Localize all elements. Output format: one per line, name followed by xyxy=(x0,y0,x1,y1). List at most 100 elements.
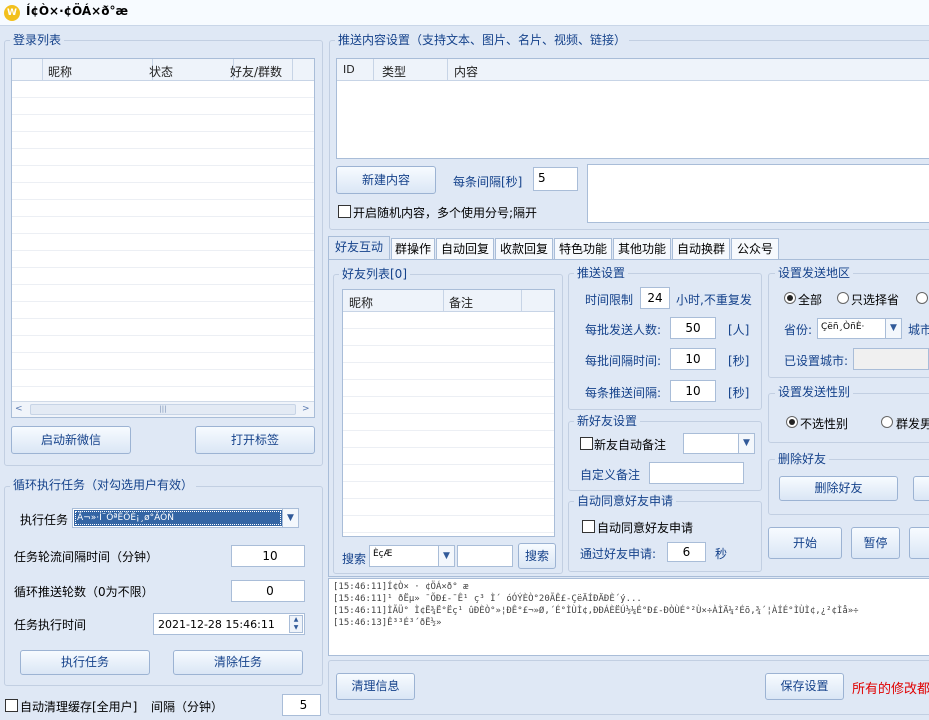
log-line: [15:46:11]¹ ðËµ» ¯ÕÐ£-¯Ê¹ ç³ Ì´ óÓÝÈÒ°20… xyxy=(333,594,642,604)
exec-time-value: 2021-12-28 15:46:11 xyxy=(158,618,275,631)
tab-auto-reply[interactable]: 自动回复 xyxy=(436,238,494,259)
extra-button[interactable] xyxy=(913,476,929,501)
title-bar: W Í¢Ò×·¢ÖÁ×ð°æ xyxy=(0,0,929,26)
friend-list-title: 好友列表[0] xyxy=(339,267,410,281)
push-content-table[interactable]: ID 类型 内容 xyxy=(336,58,929,159)
item-interval-label: 每条间隔[秒] xyxy=(453,175,523,189)
login-list-table[interactable]: 昵称 状态 好友/群数 < ||| > xyxy=(11,58,315,418)
gender-none-label: 不选性别 xyxy=(800,417,849,431)
batch-interval-label: 每批间隔时间: xyxy=(585,354,662,368)
auto-accept-checkbox[interactable] xyxy=(582,520,595,533)
log-line: [15:46:11]ÌÃÜ° Ì¢Ë¾Ë°Ëç¹ ûÐÈÒ°»¦ÐÊ°£¬»Ø,… xyxy=(333,606,859,616)
tab-auto-switch-group[interactable]: 自动换群 xyxy=(672,238,730,259)
window-title: Í¢Ò×·¢ÖÁ×ð°æ xyxy=(26,4,129,18)
tab-official-account[interactable]: 公众号 xyxy=(731,238,779,259)
accept-count-label: 通过好友申请: xyxy=(580,547,657,561)
tab-special-features[interactable]: 特色功能 xyxy=(554,238,612,259)
random-content-checkbox[interactable] xyxy=(338,205,351,218)
rounds-label: 循环推送轮数（0为不限） xyxy=(14,585,154,599)
horizontal-scrollbar[interactable]: < ||| > xyxy=(12,401,314,417)
start-new-wechat-button[interactable]: 启动新微信 xyxy=(11,426,131,454)
gender-group-label: 群发男 xyxy=(896,417,929,431)
batch-size-unit: [人] xyxy=(728,323,750,337)
log-line: [15:46:11]Í¢Ò× · ¢ÖÁ×ð° æ xyxy=(333,582,469,592)
tab-friend-interaction[interactable]: 好友互动 xyxy=(328,236,390,259)
region-city-radio[interactable] xyxy=(916,292,928,304)
auto-clean-interval-label: 间隔（分钟） xyxy=(151,700,224,714)
accept-count-input[interactable]: 6 xyxy=(667,542,706,562)
tab-other-features[interactable]: 其他功能 xyxy=(613,238,671,259)
new-content-button[interactable]: 新建内容 xyxy=(336,166,436,194)
exec-time-label: 任务执行时间 xyxy=(14,618,87,632)
exec-time-picker[interactable]: 2021-12-28 15:46:11 ▲ ▼ xyxy=(153,613,305,635)
interval-label: 任务轮流间隔时间（分钟） xyxy=(14,550,159,564)
auto-clean-checkbox[interactable] xyxy=(5,699,18,712)
friend-list-table[interactable]: 昵称 备注 xyxy=(342,289,555,537)
start-button[interactable]: 开始 xyxy=(768,527,842,559)
auto-remark-checkbox[interactable] xyxy=(580,437,593,450)
chevron-down-icon[interactable]: ▼ xyxy=(885,319,901,338)
chevron-down-icon[interactable]: ▼ xyxy=(438,546,454,566)
gender-group-radio[interactable] xyxy=(881,416,893,428)
exec-task-button[interactable]: 执行任务 xyxy=(20,650,150,675)
task-select[interactable]: Ã¬»·Í¨ÖªÊÕÈ¡¸ø°ÃÓÑ ▼ xyxy=(72,508,299,528)
gender-title: 设置发送性别 xyxy=(775,385,854,399)
auto-clean-interval-input[interactable]: 5 xyxy=(282,694,321,716)
time-limit-input[interactable]: 24 xyxy=(640,287,670,309)
spin-icon[interactable]: ▲ ▼ xyxy=(289,615,303,633)
item-interval-input[interactable]: 5 xyxy=(533,167,578,191)
province-select-value: Çëñ¸ÒñÈ· xyxy=(821,322,865,332)
time-limit-label: 时间限制 xyxy=(585,293,634,307)
interval-input[interactable]: 10 xyxy=(231,545,305,567)
push-content-title: 推送内容设置（支持文本、图片、名片、视频、链接） xyxy=(335,33,630,47)
pause-button[interactable]: 暂停 xyxy=(851,527,900,559)
friend-search-combo[interactable]: ÈçÆ ▼ xyxy=(369,545,455,567)
auto-accept-title: 自动同意好友申请 xyxy=(574,494,677,508)
batch-interval-input[interactable]: 10 xyxy=(670,348,716,370)
scroll-left-icon[interactable]: < xyxy=(15,404,23,414)
region-all-label: 全部 xyxy=(798,293,823,307)
set-city-input[interactable] xyxy=(853,348,929,370)
item-push-interval-unit: [秒] xyxy=(728,386,750,400)
open-tag-button[interactable]: 打开标签 xyxy=(195,426,315,454)
continue-button[interactable] xyxy=(909,527,929,559)
custom-remark-label: 自定义备注 xyxy=(580,468,641,482)
save-settings-button[interactable]: 保存设置 xyxy=(765,673,844,700)
column-type: 类型 xyxy=(382,65,407,79)
app-logo-icon: W xyxy=(4,5,20,21)
log-area[interactable]: [15:46:11]Í¢Ò× · ¢ÖÁ×ð° æ [15:46:11]¹ ðË… xyxy=(328,578,929,656)
rounds-input[interactable]: 0 xyxy=(231,580,305,602)
random-content-textarea[interactable] xyxy=(587,164,929,223)
region-province-radio[interactable] xyxy=(837,292,849,304)
log-line: [15:46:13]Ê³³É³´ðË½» xyxy=(333,618,442,628)
new-friend-title: 新好友设置 xyxy=(574,414,641,428)
province-select[interactable]: Çëñ¸ÒñÈ· ▼ xyxy=(817,318,902,339)
scroll-thumb[interactable]: ||| xyxy=(30,404,296,415)
auto-accept-label: 自动同意好友申请 xyxy=(597,521,694,535)
tab-group-operation[interactable]: 群操作 xyxy=(391,238,435,259)
batch-size-label: 每批发送人数: xyxy=(585,323,662,337)
friend-search-input[interactable] xyxy=(457,545,513,567)
item-push-interval-input[interactable]: 10 xyxy=(670,380,716,402)
login-list-title: 登录列表 xyxy=(10,33,65,47)
column-id: ID xyxy=(343,63,355,76)
footer-notice: 所有的修改都 xyxy=(852,682,929,697)
region-province-label: 只选择省 xyxy=(851,293,900,307)
gender-none-radio[interactable] xyxy=(786,416,798,428)
auto-remark-combo[interactable]: ▼ xyxy=(683,433,755,454)
scroll-right-icon[interactable]: > xyxy=(302,404,310,414)
chevron-down-icon[interactable]: ▼ xyxy=(282,509,298,527)
batch-size-input[interactable]: 50 xyxy=(670,317,716,339)
province-label: 省份: xyxy=(784,323,813,337)
chevron-down-icon[interactable]: ▼ xyxy=(738,434,754,453)
tab-payment-reply[interactable]: 收款回复 xyxy=(495,238,553,259)
clear-task-button[interactable]: 清除任务 xyxy=(173,650,303,675)
custom-remark-input[interactable] xyxy=(649,462,744,484)
clear-info-button[interactable]: 清理信息 xyxy=(336,673,415,700)
delete-friend-button[interactable]: 删除好友 xyxy=(779,476,898,501)
push-settings-title: 推送设置 xyxy=(574,266,629,280)
region-all-radio[interactable] xyxy=(784,292,796,304)
search-button[interactable]: 搜索 xyxy=(518,543,556,569)
city-label: 城市 xyxy=(908,323,929,337)
search-label: 搜索 xyxy=(342,552,367,566)
